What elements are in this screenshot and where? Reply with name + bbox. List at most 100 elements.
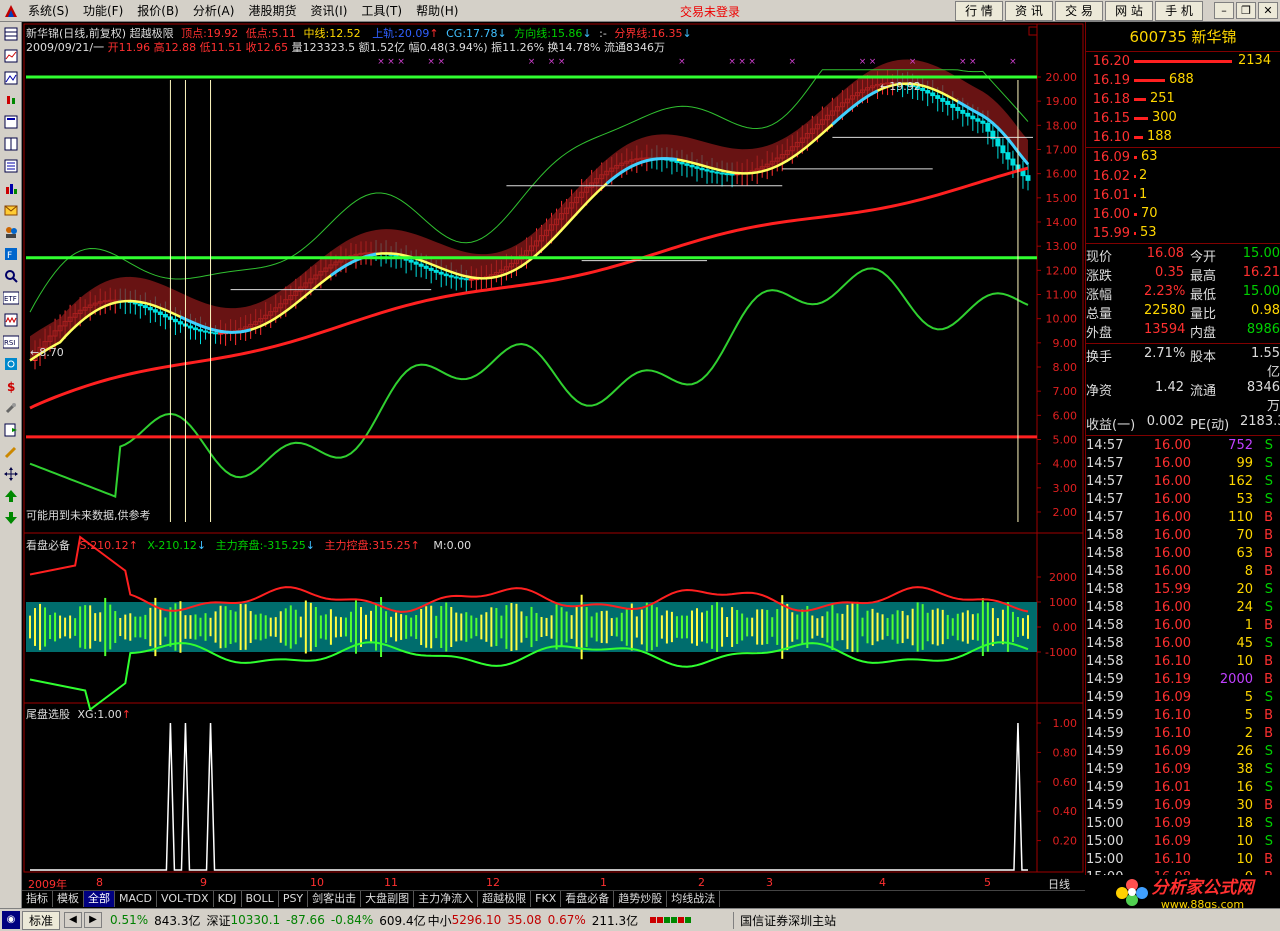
nav-left-icon[interactable]: ◀ bbox=[64, 912, 83, 928]
bid-row[interactable]: 15.99 53 bbox=[1086, 224, 1280, 243]
candle-body bbox=[699, 167, 705, 171]
tick-time: 14:58 bbox=[1086, 545, 1124, 561]
tick-row: 14:59 16.09 5 S bbox=[1086, 688, 1280, 706]
minimize-icon[interactable]: – bbox=[1214, 2, 1234, 19]
label-pct: 涨幅 bbox=[1086, 288, 1113, 303]
bid-row[interactable]: 16.09 63 bbox=[1086, 148, 1280, 167]
tab-market[interactable]: 行 情 bbox=[955, 1, 1003, 21]
axis-label: 10.00 bbox=[1046, 313, 1078, 326]
tab-jianke[interactable]: 剑客出击 bbox=[308, 891, 362, 907]
refresh-icon[interactable] bbox=[2, 355, 20, 373]
tab-ma-strategy[interactable]: 均线战法 bbox=[667, 891, 721, 907]
line-chart-icon[interactable] bbox=[2, 69, 20, 87]
tab-vol-tdx[interactable]: VOL-TDX bbox=[157, 891, 214, 907]
tab-trade[interactable]: 交 易 bbox=[1055, 1, 1103, 21]
tab-indicator[interactable]: 指标 bbox=[22, 891, 53, 907]
tab-beyond-limit[interactable]: 超越极限 bbox=[478, 891, 532, 907]
bid-row[interactable]: 16.01 1 bbox=[1086, 186, 1280, 205]
connection-icon[interactable]: ◉ bbox=[2, 911, 20, 929]
grid-quote-icon[interactable] bbox=[2, 25, 20, 43]
ask-row[interactable]: 16.19 688 bbox=[1086, 71, 1280, 90]
tab-fkx[interactable]: FKX bbox=[531, 891, 562, 907]
search-icon[interactable] bbox=[2, 267, 20, 285]
restore-icon[interactable]: ❐ bbox=[1236, 2, 1256, 19]
tick-time: 14:59 bbox=[1086, 779, 1124, 795]
ask-row[interactable]: 16.18 251 bbox=[1086, 90, 1280, 109]
export-icon[interactable] bbox=[2, 421, 20, 439]
menu-help[interactable]: 帮助(H) bbox=[409, 1, 465, 21]
value-inner: 8986 bbox=[1246, 322, 1280, 337]
kline-chart-icon[interactable] bbox=[2, 91, 20, 109]
ask-price: 16.18 bbox=[1092, 92, 1130, 107]
arrow-down-icon[interactable] bbox=[2, 509, 20, 527]
ask-row[interactable]: 16.15 300 bbox=[1086, 109, 1280, 128]
menu-tools[interactable]: 工具(T) bbox=[354, 1, 409, 21]
money-icon[interactable]: $ bbox=[2, 377, 20, 395]
list-icon[interactable] bbox=[2, 157, 20, 175]
menu-quote[interactable]: 报价(B) bbox=[130, 1, 186, 21]
tick-volume: 18 bbox=[1236, 815, 1253, 831]
table-icon[interactable] bbox=[2, 135, 20, 153]
nav-right-icon[interactable]: ▶ bbox=[84, 912, 103, 928]
wave-icon[interactable] bbox=[2, 311, 20, 329]
ranking-icon[interactable] bbox=[2, 179, 20, 197]
kline-chart-area[interactable]: × × × × × × × × × × × × × × × × × × × 20.0019.0018.0017.00… bbox=[22, 22, 1085, 888]
arrow-up-icon[interactable] bbox=[2, 487, 20, 505]
rsi-icon[interactable]: RSI bbox=[2, 333, 20, 351]
tick-price: 16.09 bbox=[1153, 815, 1191, 831]
menu-analysis[interactable]: 分析(A) bbox=[186, 1, 242, 21]
etf-icon[interactable]: ETF bbox=[2, 289, 20, 307]
tab-market-sub[interactable]: 大盘副图 bbox=[361, 891, 415, 907]
pencil-icon[interactable] bbox=[2, 443, 20, 461]
finance-icon[interactable]: F bbox=[2, 245, 20, 263]
tab-psy[interactable]: PSY bbox=[279, 891, 309, 907]
label-pe: PE(动) bbox=[1190, 418, 1230, 433]
tick-volume: 10 bbox=[1236, 851, 1253, 867]
tick-row: 14:59 16.09 26 S bbox=[1086, 742, 1280, 760]
bid-row[interactable]: 16.00 70 bbox=[1086, 205, 1280, 224]
mail-icon[interactable] bbox=[2, 201, 20, 219]
tab-kdj[interactable]: KDJ bbox=[214, 891, 242, 907]
peak-marker-label: ←19.92 bbox=[880, 80, 921, 93]
tab-template[interactable]: 模板 bbox=[53, 891, 84, 907]
month-label: 5 bbox=[984, 876, 991, 889]
bid-row[interactable]: 16.02 2 bbox=[1086, 167, 1280, 186]
menu-info[interactable]: 资讯(I) bbox=[303, 1, 354, 21]
tab-all[interactable]: 全部 bbox=[84, 891, 115, 907]
ask-row[interactable]: 16.20 2134 bbox=[1086, 52, 1280, 71]
tab-macd[interactable]: MACD bbox=[115, 891, 157, 907]
tab-boll[interactable]: BOLL bbox=[242, 891, 279, 907]
users-icon[interactable] bbox=[2, 223, 20, 241]
ask-row[interactable]: 16.10 188 bbox=[1086, 128, 1280, 147]
stock-code-name: 600735 新华锦 bbox=[1086, 22, 1280, 52]
candle-body bbox=[137, 303, 143, 307]
tab-watch-essential[interactable]: 看盘必备 bbox=[561, 891, 615, 907]
tick-volume: 53 bbox=[1236, 491, 1253, 507]
label-inner: 内盘 bbox=[1190, 326, 1217, 341]
trade-login-alert[interactable]: 交易未登录 bbox=[680, 3, 740, 20]
tick-list[interactable]: 14:57 16.00 752 S 14:57 16.00 99 S 14:57 16.00 162… bbox=[1086, 436, 1280, 886]
axis-label: 20.00 bbox=[1046, 71, 1078, 84]
close-icon[interactable]: ✕ bbox=[1258, 2, 1278, 19]
tab-news[interactable]: 资 讯 bbox=[1005, 1, 1053, 21]
menu-function[interactable]: 功能(F) bbox=[76, 1, 130, 21]
ask-volume-bar bbox=[1134, 60, 1232, 63]
tab-website[interactable]: 网 站 bbox=[1105, 1, 1153, 21]
tab-mobile[interactable]: 手 机 bbox=[1155, 1, 1203, 21]
tab-trend[interactable]: 趋势炒股 bbox=[614, 891, 668, 907]
menu-system[interactable]: 系统(S) bbox=[21, 1, 76, 21]
tick-row: 14:57 16.00 110 B bbox=[1086, 508, 1280, 526]
layout-tab-standard[interactable]: 标准 bbox=[22, 910, 61, 930]
tick-volume: 70 bbox=[1236, 527, 1253, 543]
candle-body bbox=[428, 267, 434, 271]
move-icon[interactable] bbox=[2, 465, 20, 483]
report-icon[interactable] bbox=[2, 113, 20, 131]
wrench-icon[interactable] bbox=[2, 399, 20, 417]
minute-chart-icon[interactable] bbox=[2, 47, 20, 65]
axis-label: 0.80 bbox=[1053, 746, 1078, 759]
candle-body bbox=[940, 97, 946, 102]
tab-main-inflow[interactable]: 主力净流入 bbox=[414, 891, 479, 907]
tick-side: S bbox=[1264, 581, 1273, 597]
menu-hk-futures[interactable]: 港股期货 bbox=[241, 1, 303, 21]
candle-body bbox=[985, 122, 991, 132]
